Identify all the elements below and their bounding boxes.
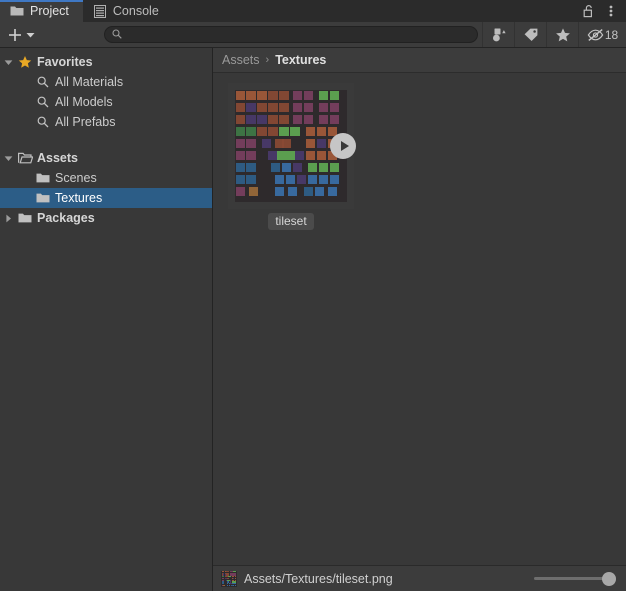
asset-thumbnail-wrap[interactable] (228, 83, 356, 209)
search-field[interactable] (104, 26, 478, 43)
tree-arrow-placeholder (18, 188, 34, 208)
folder-icon (10, 4, 24, 18)
tree-item-label: Scenes (55, 171, 97, 185)
search-icon (34, 72, 52, 92)
tab-project[interactable]: Project (0, 0, 83, 22)
plus-icon (9, 28, 21, 41)
chevron-down-icon[interactable] (0, 148, 16, 168)
tree-arrow-placeholder (18, 92, 34, 112)
star-icon (16, 52, 34, 72)
search-filter-group: 18 (482, 22, 626, 47)
asset-grid[interactable]: tileset (213, 73, 626, 565)
project-tree: Favorites All Materials All Models All Pref… (0, 52, 212, 228)
console-lines-icon (93, 4, 107, 18)
hidden-items-count: 18 (604, 27, 619, 42)
chevron-down-icon[interactable] (0, 52, 16, 72)
folder-icon (34, 168, 52, 188)
tree-item-label: All Materials (55, 75, 124, 89)
kebab-menu-icon[interactable] (602, 2, 620, 20)
play-triangle-icon (340, 141, 349, 151)
filter-by-label-icon[interactable] (514, 22, 546, 47)
tree-arrow-placeholder (18, 112, 34, 132)
tree-item-all-models[interactable]: All Models (0, 92, 212, 112)
tree-item-label: All Models (55, 95, 113, 109)
slider-knob[interactable] (602, 571, 616, 586)
search-icon (34, 92, 52, 112)
tree-item-all-materials[interactable]: All Materials (0, 72, 212, 92)
tree-item-label: Packages (37, 211, 95, 225)
tree-item-scenes[interactable]: Scenes (0, 168, 212, 188)
tree-item-textures[interactable]: Textures (0, 188, 212, 208)
breadcrumb: Assets › Textures (213, 48, 626, 73)
breadcrumb-current[interactable]: Textures (275, 53, 326, 67)
asset-item-tileset[interactable]: tileset (227, 83, 356, 230)
tree-arrow-placeholder (18, 72, 34, 92)
tileset-thumbnail-icon (221, 570, 237, 587)
project-window: Project Console 18 Favorites All Materia… (0, 0, 626, 591)
tree-item-label: Favorites (37, 55, 93, 69)
tab-console[interactable]: Console (83, 0, 173, 22)
expand-subassets-button[interactable] (330, 133, 356, 159)
folder-icon (34, 188, 52, 208)
tree-item-all-prefabs[interactable]: All Prefabs (0, 112, 212, 132)
create-asset-button[interactable] (8, 28, 35, 42)
unlocked-padlock-icon[interactable] (580, 2, 598, 20)
search-icon (112, 26, 122, 44)
search-input[interactable] (127, 28, 470, 41)
folder-icon (16, 208, 34, 228)
filter-by-favorite-icon[interactable] (546, 22, 578, 47)
tab-console-label: Console (112, 4, 159, 18)
tree-item-label: Textures (55, 191, 103, 205)
project-body: Favorites All Materials All Models All Pref… (0, 48, 626, 591)
search-icon (34, 112, 52, 132)
status-bar: Assets/Textures/tileset.png (213, 565, 626, 591)
tree-item-packages[interactable]: Packages (0, 208, 212, 228)
project-toolbar: 18 (0, 22, 626, 48)
tree-arrow-placeholder (18, 168, 34, 188)
project-tree-panel: Favorites All Materials All Models All Pref… (0, 48, 213, 591)
asset-label[interactable]: tileset (268, 213, 314, 230)
tree-item-favorites[interactable]: Favorites (0, 52, 212, 72)
tree-item-assets[interactable]: Assets (0, 148, 212, 168)
thumbnail-zoom-slider[interactable] (534, 571, 616, 587)
tab-project-label: Project (30, 4, 69, 18)
filter-by-type-icon[interactable] (482, 22, 514, 47)
project-content-panel: Assets › Textures tileset Assets/Texture… (213, 48, 626, 591)
chevron-right-icon[interactable] (0, 208, 16, 228)
window-tab-bar: Project Console (0, 0, 626, 22)
tree-item-label: Assets (37, 151, 78, 165)
create-asset-group (0, 22, 100, 47)
tree-item-label: All Prefabs (55, 115, 116, 129)
breadcrumb-root[interactable]: Assets (222, 53, 260, 67)
eye-slash-icon (587, 28, 604, 41)
selected-asset-path: Assets/Textures/tileset.png (244, 571, 393, 586)
chevron-down-icon (26, 32, 35, 37)
breadcrumb-separator: › (265, 54, 270, 66)
hidden-items-counter[interactable]: 18 (578, 22, 626, 47)
folder-open-icon (16, 148, 34, 168)
window-tab-controls (580, 0, 626, 22)
tree-group-spacer (0, 132, 212, 148)
